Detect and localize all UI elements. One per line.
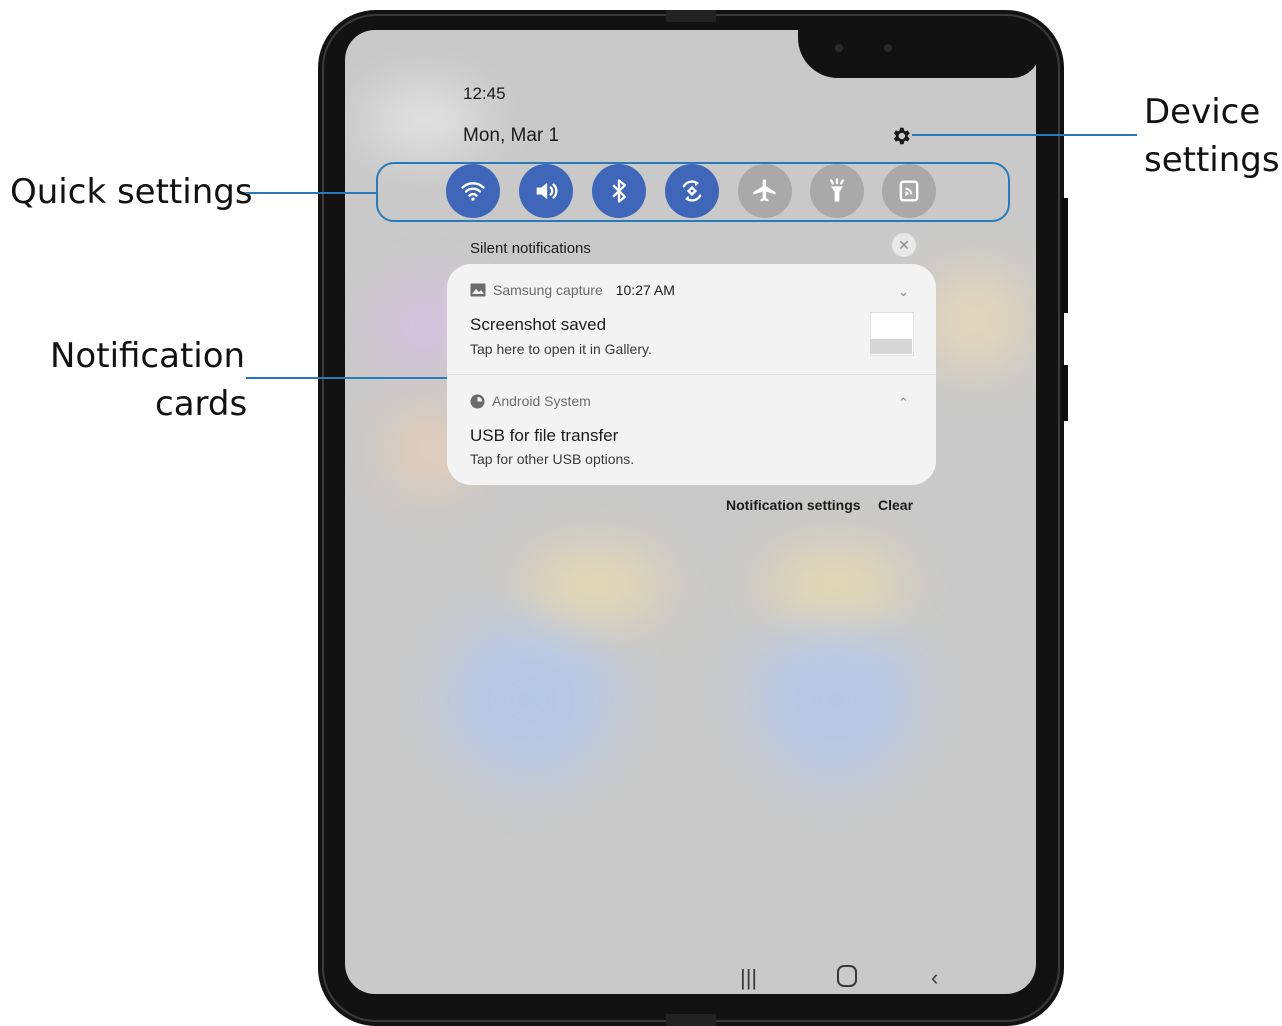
notification-title[interactable]: USB for file transfer [470,426,618,446]
android-system-icon [470,393,485,409]
sound-icon [536,182,558,200]
quick-settings-pointer [246,192,376,194]
cast-toggle[interactable] [882,164,936,218]
auto-rotate-toggle[interactable] [665,164,719,218]
notification-cards-callout: cards [155,384,248,424]
front-camera [884,44,892,52]
notification-time: 10:27 AM [615,282,675,298]
bluetooth-toggle[interactable] [592,164,646,218]
wallpaper-glow [525,550,665,620]
hinge-top [666,10,716,22]
camera-cutout [798,22,1040,78]
notification-cards-pointer [246,377,447,379]
back-icon[interactable]: ‹ [931,965,938,991]
airplane-mode-icon [753,179,776,202]
bluetooth-icon [612,179,626,203]
clear-button[interactable]: Clear [878,497,913,513]
notification-body[interactable]: Tap for other USB options. [470,451,634,467]
notification-header: Android System [470,393,591,409]
flashlight-icon [830,178,844,202]
volume-button [1062,198,1068,313]
app-name: Android System [492,393,591,409]
device-settings-pointer [912,134,1137,136]
chevron-down-icon[interactable]: ⌄ [898,284,909,300]
cast-icon [899,180,919,202]
chevron-up-icon[interactable]: ⌃ [898,395,909,411]
notification-title[interactable]: Screenshot saved [470,315,606,335]
device-settings-callout: Device [1144,92,1261,132]
front-camera [835,44,843,52]
app-name: Samsung capture [493,282,603,298]
wallpaper-glow [925,270,1025,370]
device-settings-callout: settings [1144,140,1280,180]
notification-cards-callout: Notification [50,336,246,376]
notification-header: Samsung capture 10:27 AM [470,282,675,298]
sound-toggle[interactable] [519,164,573,218]
image-icon [470,283,486,297]
home-icon[interactable] [836,963,858,995]
notification-settings-button[interactable]: Notification settings [726,497,861,513]
auto-rotate-icon [682,180,702,202]
wifi-icon [461,182,485,201]
card-divider [447,374,936,375]
side-key [1062,365,1068,421]
date: Mon, Mar 1 [463,125,560,146]
flashlight-toggle[interactable] [810,164,864,218]
recents-icon[interactable]: ||| [740,965,757,991]
wallpaper-glow [765,550,905,620]
thumbnail-footer [870,339,912,354]
silent-notifications-label: Silent notifications [470,240,591,257]
wallpaper-glow [755,620,915,780]
airplane-mode-toggle[interactable] [738,164,792,218]
wifi-toggle[interactable] [446,164,500,218]
notification-body[interactable]: Tap here to open it in Gallery. [470,341,652,357]
hinge-bottom [666,1014,716,1026]
gear-icon[interactable] [890,125,912,147]
close-icon[interactable]: ✕ [892,233,916,257]
quick-settings-callout: Quick settings [10,172,253,212]
wallpaper-glow [445,620,615,780]
clock: 12:45 [463,84,506,103]
